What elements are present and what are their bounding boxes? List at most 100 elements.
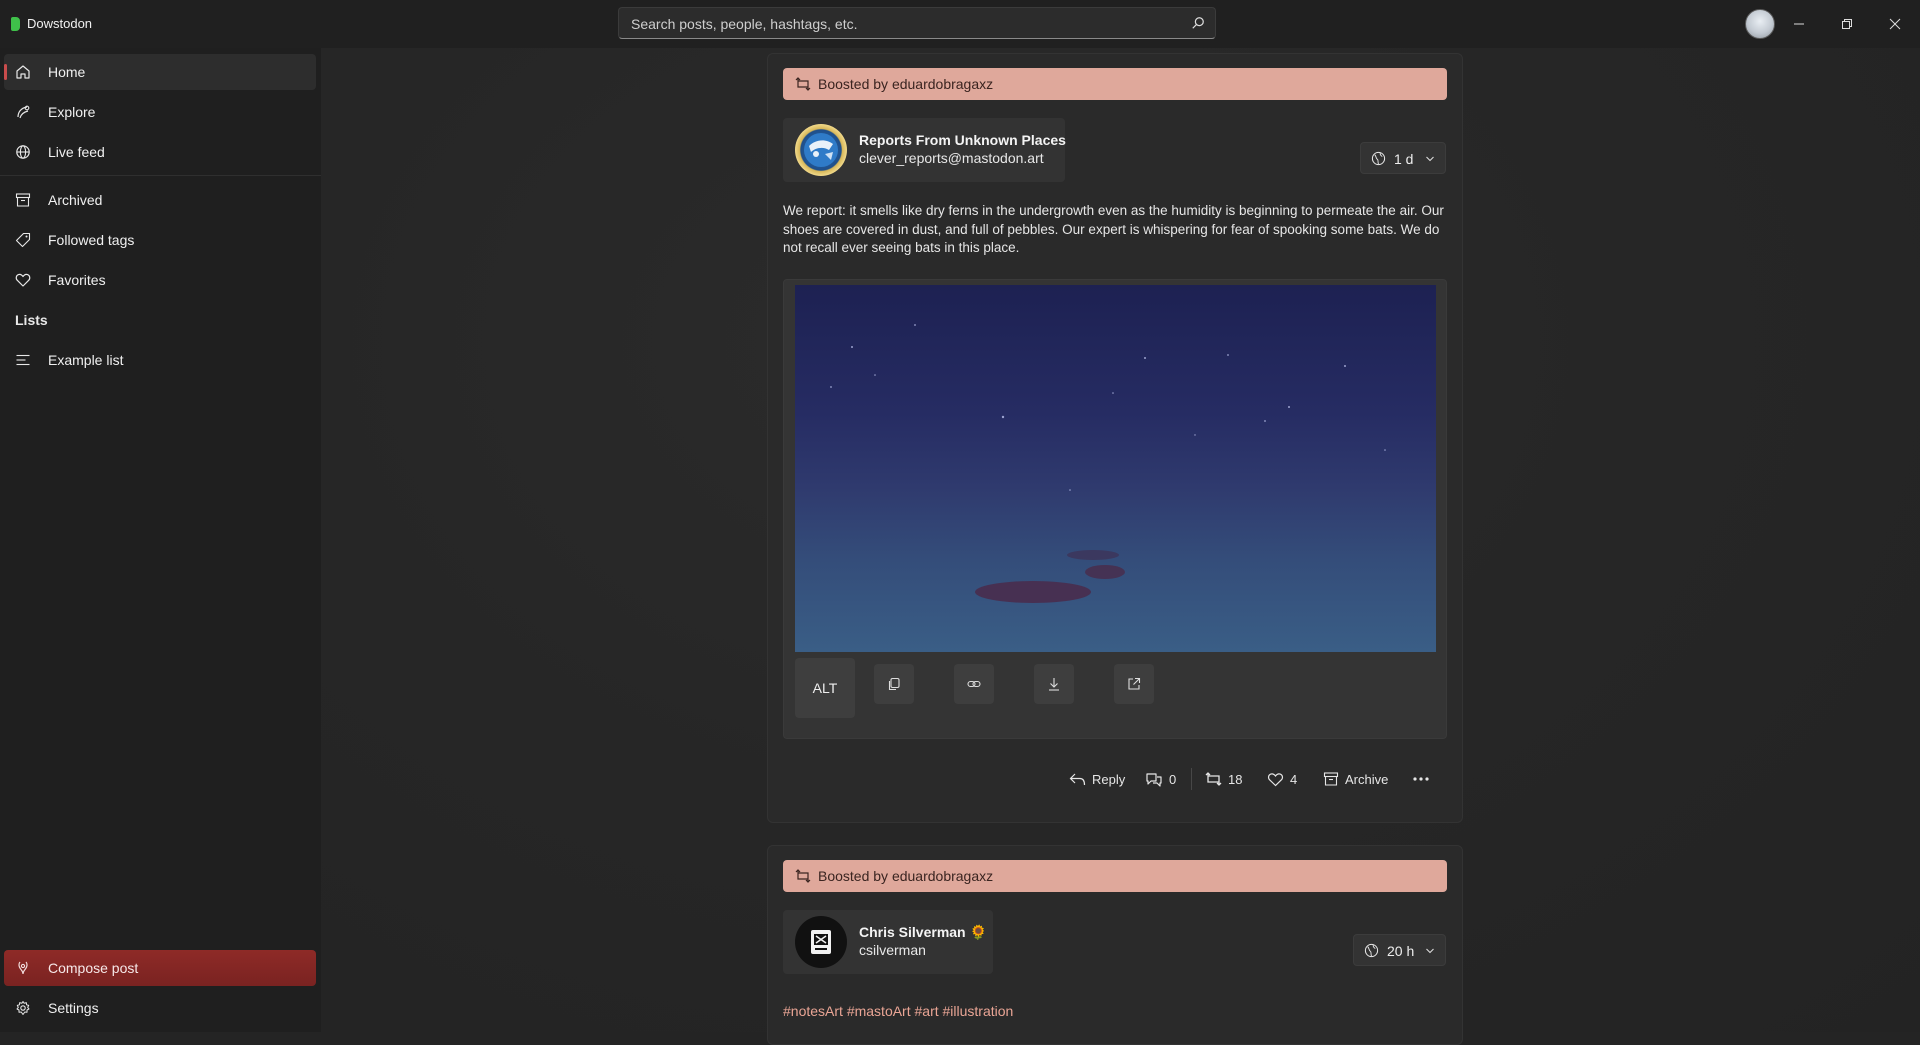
sidebar-item-label: Archived [48, 192, 103, 208]
boost-button[interactable]: 18 [1205, 764, 1242, 794]
copy-icon [888, 677, 900, 691]
quote-button[interactable]: 0 [1145, 764, 1176, 794]
download-button[interactable] [1034, 664, 1074, 704]
media-container: ALT [783, 279, 1447, 739]
download-icon [1049, 678, 1059, 691]
list-icon [16, 354, 30, 366]
open-external-icon [1128, 677, 1141, 690]
post-actions: Reply 0 18 4 Archive [768, 764, 1464, 794]
public-visibility-icon [1371, 151, 1386, 166]
author-avatar[interactable] [795, 916, 847, 968]
sidebar: Home Explore Live feed Archived Followed [0, 48, 321, 1032]
public-visibility-icon [1364, 943, 1379, 958]
author-card[interactable]: Reports From Unknown Places clever_repor… [783, 118, 1066, 182]
sidebar-item-label: Example list [48, 352, 124, 368]
heart-icon [15, 273, 31, 287]
post-time: 1 d [1394, 151, 1414, 167]
sidebar-item-label: Settings [48, 1000, 99, 1016]
author-badge: 🌻 [969, 924, 987, 940]
link-icon [967, 680, 981, 688]
compose-post-label: Compose post [48, 960, 139, 976]
more-icon [1413, 777, 1429, 781]
more-options-button[interactable] [1412, 764, 1430, 794]
search-icon[interactable] [1191, 16, 1205, 30]
boost-banner[interactable]: Boosted by eduardobragaxz [783, 860, 1447, 892]
heart-icon [1267, 772, 1284, 786]
restore-icon [1842, 19, 1852, 29]
minimize-button[interactable] [1776, 10, 1822, 38]
author-handle: csilverman [859, 942, 926, 958]
reply-label: Reply [1092, 771, 1126, 787]
copy-link-button[interactable] [954, 664, 994, 704]
author-card[interactable]: Chris Silverman 🌻 csilverman [783, 910, 993, 974]
archive-icon [1323, 772, 1339, 786]
sidebar-item-explore[interactable]: Explore [4, 94, 316, 130]
compose-post-button[interactable]: Compose post [4, 950, 316, 986]
boost-count: 18 [1228, 771, 1243, 787]
post-card: Boosted by eduardobragaxz Chris Silverma… [767, 845, 1463, 1045]
globe-emblem-icon [804, 133, 838, 167]
sidebar-item-label: Live feed [48, 144, 105, 160]
profile-avatar[interactable] [1745, 9, 1775, 39]
compose-icon [18, 961, 28, 975]
post-time-dropdown[interactable]: 1 d [1360, 142, 1446, 174]
quote-icon [1146, 773, 1162, 787]
quote-count: 0 [1169, 771, 1177, 787]
post-hashtags[interactable]: #notesArt #mastoArt #art #illustration [783, 1003, 1013, 1019]
author-name-text: Chris Silverman [859, 924, 966, 940]
sidebar-item-followed-tags[interactable]: Followed tags [4, 222, 316, 258]
author-handle: clever_reports@mastodon.art [859, 150, 1044, 166]
lists-header: Lists [15, 312, 48, 328]
sidebar-item-example-list[interactable]: Example list [4, 342, 316, 378]
action-divider [1191, 768, 1192, 790]
sidebar-item-live-feed[interactable]: Live feed [4, 134, 316, 170]
app-logo-icon [11, 17, 20, 31]
post-image[interactable] [795, 285, 1436, 652]
reply-icon [1069, 773, 1086, 785]
gear-icon [16, 1001, 30, 1015]
sidebar-item-label: Followed tags [48, 232, 135, 248]
app-title: Dowstodon [27, 16, 93, 31]
sidebar-item-label: Home [48, 64, 86, 80]
author-name: Chris Silverman 🌻 [859, 924, 987, 941]
alt-text-button[interactable]: ALT [795, 658, 855, 718]
copy-image-button[interactable] [874, 664, 914, 704]
home-icon [16, 65, 30, 79]
favorite-count: 4 [1290, 771, 1298, 787]
archive-icon [15, 193, 31, 207]
chevron-down-icon [1426, 156, 1434, 162]
sidebar-divider [0, 175, 321, 176]
archive-button[interactable]: Archive [1323, 764, 1388, 794]
close-button[interactable] [1872, 10, 1918, 38]
title-bar: Dowstodon [0, 0, 1920, 48]
open-external-button[interactable] [1114, 664, 1154, 704]
boost-banner[interactable]: Boosted by eduardobragaxz [783, 68, 1447, 100]
close-icon [1889, 18, 1901, 30]
sidebar-item-label: Explore [48, 104, 96, 120]
sidebar-item-home[interactable]: Home [4, 54, 316, 90]
author-name: Reports From Unknown Places [859, 132, 1066, 148]
boost-icon [1205, 772, 1222, 786]
chevron-down-icon [1426, 948, 1434, 954]
post-time-dropdown[interactable]: 20 h [1353, 934, 1446, 966]
sidebar-item-favorites[interactable]: Favorites [4, 262, 316, 298]
author-avatar[interactable] [795, 124, 847, 176]
reply-button[interactable]: Reply [1069, 764, 1125, 794]
sidebar-item-settings[interactable]: Settings [4, 990, 316, 1026]
search-input[interactable] [629, 8, 1173, 40]
minimize-icon [1794, 23, 1804, 25]
sidebar-item-archived[interactable]: Archived [4, 182, 316, 218]
favorite-button[interactable]: 4 [1267, 764, 1297, 794]
post-time: 20 h [1387, 943, 1415, 959]
post-text: We report: it smells like dry ferns in t… [783, 203, 1444, 255]
search-box[interactable] [618, 7, 1216, 40]
archive-label: Archive [1345, 771, 1389, 787]
boost-icon [795, 869, 811, 883]
globe-icon [16, 145, 30, 159]
tag-icon [15, 232, 31, 248]
sidebar-item-label: Favorites [48, 272, 106, 288]
boosted-by-text: Boosted by eduardobragaxz [818, 76, 994, 92]
maximize-button[interactable] [1824, 10, 1870, 38]
boost-icon [795, 77, 811, 91]
post-card: Boosted by eduardobragaxz Reports From U… [767, 53, 1463, 823]
